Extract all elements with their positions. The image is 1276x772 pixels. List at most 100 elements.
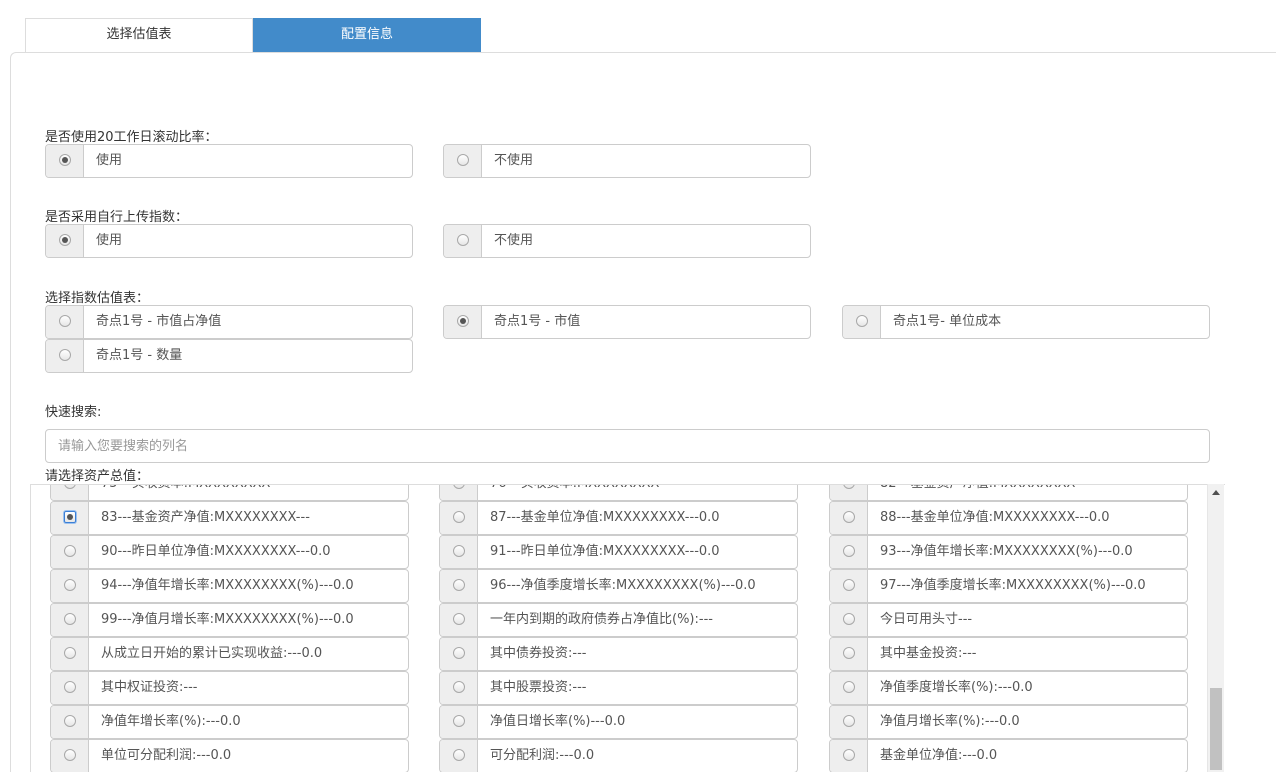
radio-icon[interactable] <box>843 545 855 557</box>
radio-icon[interactable] <box>453 715 465 727</box>
asset-option-label: 一年内到期的政府债券占净值比(%):--- <box>490 612 713 627</box>
radio-icon[interactable] <box>64 485 76 489</box>
asset-option-label: 97---净值季度增长率:MXXXXXXXX(%)---0.0 <box>880 578 1146 593</box>
radio-checked-icon[interactable] <box>59 234 71 246</box>
radio-icon[interactable] <box>457 234 469 246</box>
index-table-option-unit-cost[interactable]: 奇点1号- 单位成本 <box>842 305 1210 339</box>
radio-icon[interactable] <box>453 613 465 625</box>
asset-row: 单位可分配利润:---0.0 可分配利润:---0.0 基金单位净值:---0.0 <box>31 739 1211 772</box>
asset-option[interactable]: 可分配利润:---0.0 <box>439 739 798 772</box>
asset-row: 从成立日开始的累计已实现收益:---0.0 其中债券投资:--- 其中基金投资:--… <box>31 637 1211 671</box>
asset-option[interactable]: 净值季度增长率(%):---0.0 <box>829 671 1188 705</box>
asset-option-label: 其中基金投资:--- <box>880 646 977 661</box>
asset-option-label: 从成立日开始的累计已实现收益:---0.0 <box>101 646 323 661</box>
rolling-ratio-not-use-option[interactable]: 不使用 <box>443 144 811 178</box>
asset-option[interactable]: 净值月增长率(%):---0.0 <box>829 705 1188 739</box>
radio-icon[interactable] <box>64 749 76 761</box>
radio-icon[interactable] <box>64 647 76 659</box>
asset-row: 其中权证投资:--- 其中股票投资:--- 净值季度增长率(%):---0.0 <box>31 671 1211 705</box>
rolling-ratio-use-option[interactable]: 使用 <box>45 144 413 178</box>
upload-index-not-use-option[interactable]: 不使用 <box>443 224 811 258</box>
scroll-up-arrow-icon[interactable] <box>1212 490 1220 495</box>
asset-option[interactable]: 97---净值季度增长率:MXXXXXXXX(%)---0.0 <box>829 569 1188 603</box>
tab-select-valuation-table[interactable]: 选择估值表 <box>25 18 253 52</box>
radio-icon[interactable] <box>843 613 855 625</box>
radio-icon[interactable] <box>843 579 855 591</box>
radio-icon[interactable] <box>843 485 855 489</box>
radio-icon[interactable] <box>453 545 465 557</box>
index-valuation-table-label: 选择指数估值表： <box>45 291 150 306</box>
total-assets-label: 请选择资产总值： <box>45 469 150 484</box>
index-table-option-quantity[interactable]: 奇点1号 - 数量 <box>45 339 413 373</box>
upload-index-use-option[interactable]: 使用 <box>45 224 413 258</box>
index-table-option-market-value-ratio[interactable]: 奇点1号 - 市值占净值 <box>45 305 413 339</box>
asset-option-label: 今日可用头寸--- <box>880 612 973 627</box>
radio-checked-icon[interactable] <box>59 154 71 166</box>
vertical-scrollbar[interactable] <box>1207 484 1224 772</box>
asset-option[interactable]: 其中股票投资:--- <box>439 671 798 705</box>
asset-option-label: 75---实收资本:MXXXXXXXX--- <box>89 485 284 500</box>
asset-row: 83---基金资产净值:MXXXXXXXX--- 87---基金单位净值:MXXX… <box>31 501 1211 535</box>
asset-options-scroll-area[interactable]: 75---实收资本:MXXXXXXXX--- 76---实收资本:MXXXXXXX… <box>30 484 1225 772</box>
radio-icon[interactable] <box>59 349 71 361</box>
asset-option[interactable]: 净值年增长率(%):---0.0 <box>50 705 409 739</box>
radio-icon[interactable] <box>843 681 855 693</box>
asset-option[interactable]: 91---昨日单位净值:MXXXXXXXX---0.0 <box>439 535 798 569</box>
asset-option-label: 90---昨日单位净值:MXXXXXXXX---0.0 <box>101 544 331 559</box>
radio-icon[interactable] <box>453 579 465 591</box>
index-table-option-market-value[interactable]: 奇点1号 - 市值 <box>443 305 811 339</box>
asset-option[interactable]: 75---实收资本:MXXXXXXXX--- <box>50 485 409 501</box>
asset-option[interactable]: 96---净值季度增长率:MXXXXXXXX(%)---0.0 <box>439 569 798 603</box>
asset-option-label: 94---净值年增长率:MXXXXXXXX(%)---0.0 <box>101 578 354 593</box>
radio-icon[interactable] <box>856 315 868 327</box>
radio-icon[interactable] <box>59 315 71 327</box>
asset-option[interactable]: 87---基金单位净值:MXXXXXXXX---0.0 <box>439 501 798 535</box>
asset-option[interactable]: 94---净值年增长率:MXXXXXXXX(%)---0.0 <box>50 569 409 603</box>
asset-option[interactable]: 其中基金投资:--- <box>829 637 1188 671</box>
radio-icon[interactable] <box>843 511 855 523</box>
asset-option[interactable]: 88---基金单位净值:MXXXXXXXX---0.0 <box>829 501 1188 535</box>
radio-icon[interactable] <box>457 154 469 166</box>
asset-option-label: 88---基金单位净值:MXXXXXXXX---0.0 <box>880 510 1110 525</box>
radio-icon[interactable] <box>453 681 465 693</box>
asset-option[interactable]: 83---基金资产净值:MXXXXXXXX--- <box>50 501 409 535</box>
asset-option[interactable]: 单位可分配利润:---0.0 <box>50 739 409 772</box>
asset-option-label: 76---实收资本:MXXXXXXXX--- <box>478 485 673 500</box>
radio-icon[interactable] <box>64 613 76 625</box>
radio-icon[interactable] <box>453 485 465 489</box>
asset-option-label: 其中权证投资:--- <box>101 680 198 695</box>
asset-option[interactable]: 基金单位净值:---0.0 <box>829 739 1188 772</box>
asset-option[interactable]: 今日可用头寸--- <box>829 603 1188 637</box>
asset-option[interactable]: 76---实收资本:MXXXXXXXX--- <box>439 485 798 501</box>
radio-checked-icon[interactable] <box>64 511 76 523</box>
radio-icon[interactable] <box>843 749 855 761</box>
scroll-thumb[interactable] <box>1210 688 1222 770</box>
asset-option[interactable]: 其中权证投资:--- <box>50 671 409 705</box>
radio-icon[interactable] <box>843 715 855 727</box>
radio-icon[interactable] <box>453 749 465 761</box>
asset-row: 94---净值年增长率:MXXXXXXXX(%)---0.0 96---净值季度增… <box>31 569 1211 603</box>
radio-checked-icon[interactable] <box>457 315 469 327</box>
asset-option[interactable]: 其中债券投资:--- <box>439 637 798 671</box>
asset-option[interactable]: 90---昨日单位净值:MXXXXXXXX---0.0 <box>50 535 409 569</box>
asset-option-label: 87---基金单位净值:MXXXXXXXX---0.0 <box>490 510 720 525</box>
asset-option-label: 净值月增长率(%):---0.0 <box>880 714 1020 729</box>
tab-config-info[interactable]: 配置信息 <box>253 18 481 52</box>
asset-row: 75---实收资本:MXXXXXXXX--- 76---实收资本:MXXXXXXX… <box>31 485 1211 501</box>
asset-option[interactable]: 一年内到期的政府债券占净值比(%):--- <box>439 603 798 637</box>
asset-option[interactable]: 93---净值年增长率:MXXXXXXXX(%)---0.0 <box>829 535 1188 569</box>
asset-option[interactable]: 82---基金资产净值:MXXXXXXXX--- <box>829 485 1188 501</box>
radio-icon[interactable] <box>64 715 76 727</box>
asset-option[interactable]: 净值日增长率(%)---0.0 <box>439 705 798 739</box>
asset-option[interactable]: 从成立日开始的累计已实现收益:---0.0 <box>50 637 409 671</box>
radio-icon[interactable] <box>64 545 76 557</box>
asset-option[interactable]: 99---净值月增长率:MXXXXXXXX(%)---0.0 <box>50 603 409 637</box>
asset-option-label: 83---基金资产净值:MXXXXXXXX--- <box>101 510 310 525</box>
radio-icon[interactable] <box>453 647 465 659</box>
asset-row: 净值年增长率(%):---0.0 净值日增长率(%)---0.0 净值月增长率(%)… <box>31 705 1211 739</box>
quick-search-input[interactable] <box>45 429 1210 463</box>
radio-icon[interactable] <box>843 647 855 659</box>
radio-icon[interactable] <box>64 579 76 591</box>
radio-icon[interactable] <box>64 681 76 693</box>
radio-icon[interactable] <box>453 511 465 523</box>
